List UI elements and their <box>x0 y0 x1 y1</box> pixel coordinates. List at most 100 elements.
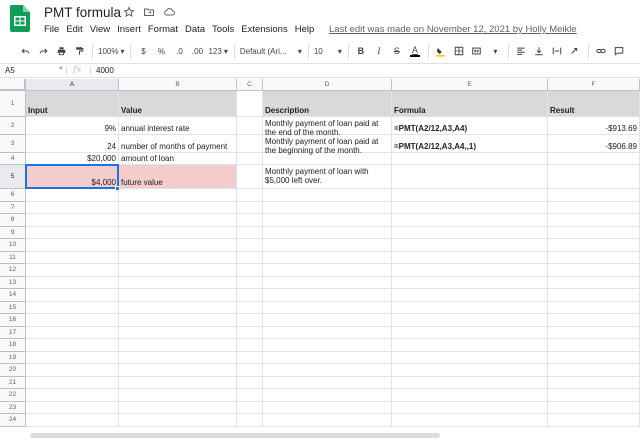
row-header-4[interactable]: 4 <box>0 153 26 165</box>
cell-d6[interactable] <box>263 189 392 202</box>
cell-a23[interactable] <box>26 401 119 414</box>
cell-e4[interactable] <box>392 153 548 165</box>
cell-b7[interactable] <box>119 201 237 214</box>
cell-c24[interactable] <box>237 414 263 427</box>
cell-f20[interactable] <box>548 364 640 377</box>
cell-e19[interactable] <box>392 351 548 364</box>
cell-b19[interactable] <box>119 351 237 364</box>
cell-f22[interactable] <box>548 389 640 402</box>
cell-d3[interactable]: Monthly payment of loan paid at the begi… <box>263 135 392 155</box>
cell-c17[interactable] <box>237 326 263 339</box>
cell-a1[interactable]: Input <box>26 91 119 117</box>
row-header-24[interactable]: 24 <box>0 414 26 427</box>
cell-a24[interactable] <box>26 414 119 427</box>
font-size-select[interactable]: 10 ▾ <box>314 42 342 60</box>
cell-d13[interactable] <box>263 276 392 289</box>
cell-d7[interactable] <box>263 201 392 214</box>
cell-f23[interactable] <box>548 401 640 414</box>
cell-d4[interactable] <box>263 153 392 165</box>
cell-c19[interactable] <box>237 351 263 364</box>
cell-b16[interactable] <box>119 314 237 327</box>
cell-e13[interactable] <box>392 276 548 289</box>
cell-f6[interactable] <box>548 189 640 202</box>
merge-cells-icon[interactable] <box>470 42 484 60</box>
cell-e8[interactable] <box>392 214 548 227</box>
print-icon[interactable] <box>54 42 68 60</box>
cell-f7[interactable] <box>548 201 640 214</box>
document-title[interactable]: PMT formula <box>44 5 121 20</box>
cell-a16[interactable] <box>26 314 119 327</box>
row-header-10[interactable]: 10 <box>0 239 26 252</box>
cell-d8[interactable] <box>263 214 392 227</box>
cell-c3[interactable] <box>237 135 263 153</box>
cell-d14[interactable] <box>263 289 392 302</box>
row-header-23[interactable]: 23 <box>0 401 26 414</box>
cell-d20[interactable] <box>263 364 392 377</box>
menu-data[interactable]: Data <box>185 24 205 35</box>
menu-extensions[interactable]: Extensions <box>241 24 287 35</box>
cell-c14[interactable] <box>237 289 263 302</box>
menu-help[interactable]: Help <box>295 24 315 35</box>
cell-b23[interactable] <box>119 401 237 414</box>
cell-f4[interactable] <box>548 153 640 165</box>
menu-format[interactable]: Format <box>148 24 178 35</box>
cell-c23[interactable] <box>237 401 263 414</box>
cell-b8[interactable] <box>119 214 237 227</box>
select-all-corner[interactable] <box>0 79 26 91</box>
cell-a20[interactable] <box>26 364 119 377</box>
cell-b9[interactable] <box>119 226 237 239</box>
menu-tools[interactable]: Tools <box>212 24 234 35</box>
cell-b22[interactable] <box>119 389 237 402</box>
menu-insert[interactable]: Insert <box>117 24 141 35</box>
cell-d21[interactable] <box>263 376 392 389</box>
row-header-19[interactable]: 19 <box>0 351 26 364</box>
column-header-d[interactable]: D <box>263 79 392 91</box>
row-header-5[interactable]: 5 <box>0 165 26 189</box>
row-header-22[interactable]: 22 <box>0 389 26 402</box>
cell-f15[interactable] <box>548 301 640 314</box>
horizontal-scrollbar[interactable] <box>30 433 440 438</box>
sheets-logo-icon[interactable] <box>10 5 30 32</box>
cell-f24[interactable] <box>548 414 640 427</box>
cell-e3[interactable]: =PMT(A2/12,A3,A4,,1) <box>392 135 548 153</box>
row-header-15[interactable]: 15 <box>0 301 26 314</box>
cell-e20[interactable] <box>392 364 548 377</box>
cell-d19[interactable] <box>263 351 392 364</box>
cell-e10[interactable] <box>392 239 548 252</box>
cell-a13[interactable] <box>26 276 119 289</box>
cell-a15[interactable] <box>26 301 119 314</box>
cell-a19[interactable] <box>26 351 119 364</box>
cell-c2[interactable] <box>237 117 263 135</box>
fill-handle[interactable] <box>115 186 120 191</box>
cell-e23[interactable] <box>392 401 548 414</box>
cell-a5[interactable]: $4,000 <box>26 165 119 189</box>
menu-view[interactable]: View <box>90 24 110 35</box>
cell-d24[interactable] <box>263 414 392 427</box>
cell-b5[interactable]: future value <box>119 165 237 189</box>
row-header-21[interactable]: 21 <box>0 376 26 389</box>
vertical-align-icon[interactable] <box>532 42 546 60</box>
cell-d12[interactable] <box>263 264 392 277</box>
cell-b12[interactable] <box>119 264 237 277</box>
cell-d18[interactable] <box>263 339 392 352</box>
zoom-select[interactable]: 100% ▾ <box>98 42 124 60</box>
cell-b14[interactable] <box>119 289 237 302</box>
cell-f17[interactable] <box>548 326 640 339</box>
cell-b6[interactable] <box>119 189 237 202</box>
italic-button[interactable]: I <box>372 42 386 60</box>
row-header-1[interactable]: 1 <box>0 91 26 117</box>
cell-f9[interactable] <box>548 226 640 239</box>
cell-d15[interactable] <box>263 301 392 314</box>
row-header-8[interactable]: 8 <box>0 214 26 227</box>
cell-a6[interactable] <box>26 189 119 202</box>
more-formats-select[interactable]: 123 ▾ <box>208 42 227 60</box>
text-color-button[interactable]: A <box>408 42 422 60</box>
cell-e14[interactable] <box>392 289 548 302</box>
cell-b17[interactable] <box>119 326 237 339</box>
chevron-down-icon[interactable]: ▼ <box>58 66 64 72</box>
cell-f12[interactable] <box>548 264 640 277</box>
column-header-f[interactable]: F <box>548 79 640 91</box>
insert-link-icon[interactable] <box>594 42 608 60</box>
cell-e22[interactable] <box>392 389 548 402</box>
cell-d10[interactable] <box>263 239 392 252</box>
